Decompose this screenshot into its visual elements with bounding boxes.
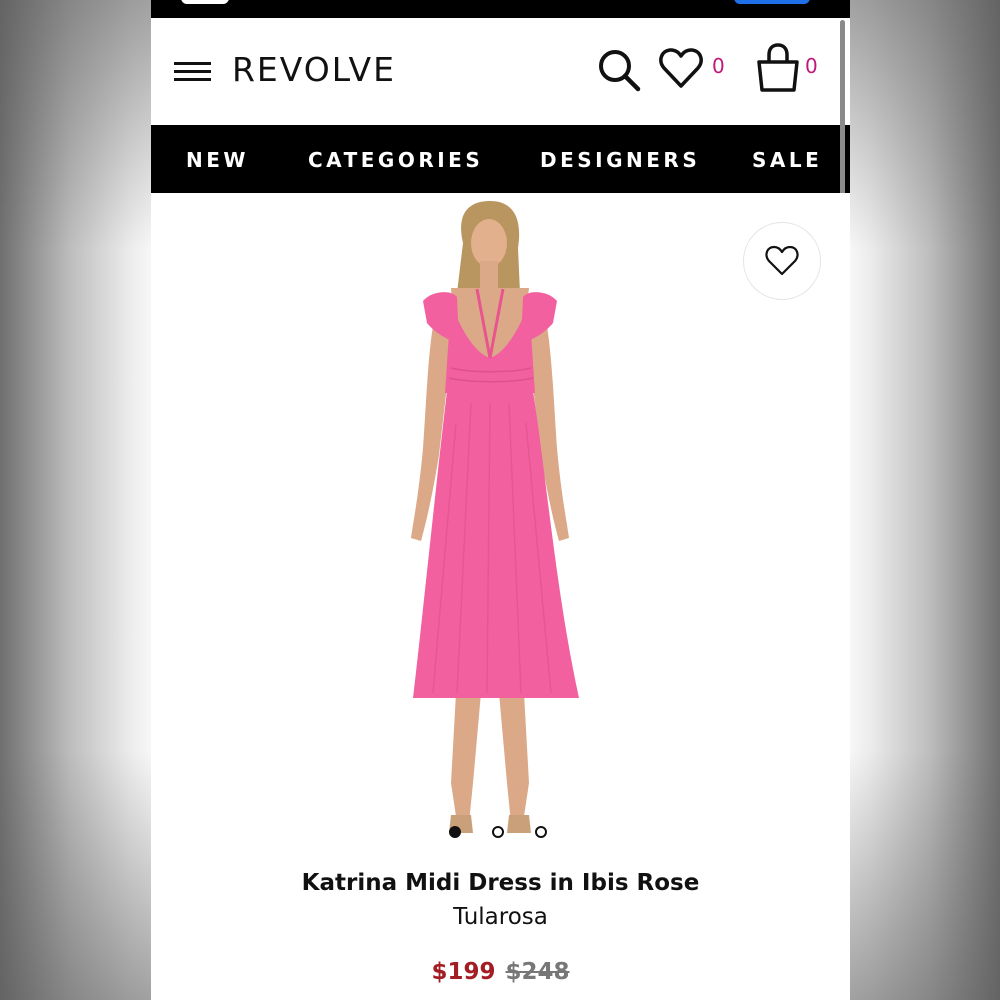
- price-row: $199 $248: [151, 957, 850, 987]
- sale-price: $199: [431, 959, 496, 985]
- heart-icon[interactable]: [658, 46, 704, 92]
- status-bar: [151, 0, 850, 18]
- original-price: $248: [505, 959, 570, 985]
- bag-count-badge: 0: [805, 54, 818, 78]
- hamburger-menu-icon[interactable]: [174, 59, 212, 83]
- phone-screen: REVOLVE 0 0 NEW CATEGORIES DESIGNERS SAL…: [151, 0, 850, 1000]
- carousel-dot[interactable]: [535, 826, 547, 838]
- product-designer-link[interactable]: Tularosa: [151, 902, 850, 932]
- site-logo[interactable]: REVOLVE: [232, 50, 396, 90]
- main-nav: NEW CATEGORIES DESIGNERS SALE: [151, 125, 850, 193]
- carousel-dot[interactable]: [449, 826, 461, 838]
- product-name: Katrina Midi Dress in Ibis Rose: [301, 870, 700, 896]
- nav-item-sale[interactable]: SALE: [752, 147, 822, 173]
- site-header: REVOLVE 0 0: [151, 18, 850, 125]
- carousel-dot[interactable]: [492, 826, 504, 838]
- product-image[interactable]: [151, 193, 850, 853]
- nav-item-categories[interactable]: CATEGORIES: [308, 147, 483, 173]
- favorite-button[interactable]: [743, 222, 821, 300]
- wishlist-count-badge: 0: [712, 54, 725, 78]
- nav-item-new[interactable]: NEW: [186, 147, 249, 173]
- shopping-bag-icon[interactable]: [754, 42, 802, 94]
- status-pill: [734, 0, 810, 4]
- image-carousel-dots: [449, 826, 559, 842]
- heart-outline-icon: [765, 245, 799, 276]
- status-pill: [181, 0, 229, 4]
- nav-item-designers[interactable]: DESIGNERS: [540, 147, 700, 173]
- search-icon[interactable]: [595, 46, 643, 94]
